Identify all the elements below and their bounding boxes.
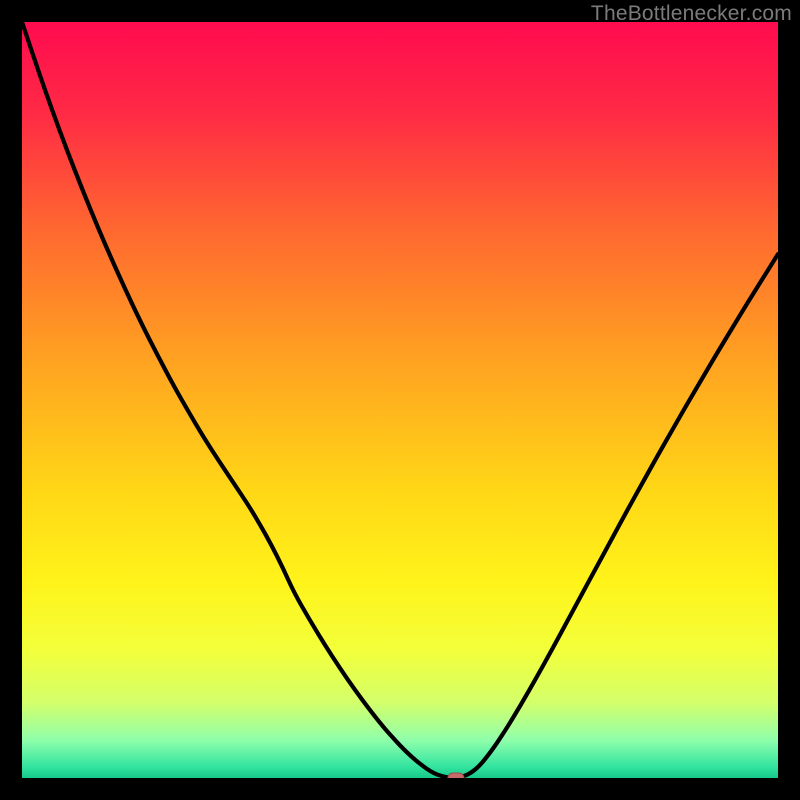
chart-frame: TheBottlenecker.com — [0, 0, 800, 800]
bottleneck-chart — [22, 22, 778, 778]
gradient-background — [22, 22, 778, 778]
optimal-marker — [448, 773, 464, 778]
